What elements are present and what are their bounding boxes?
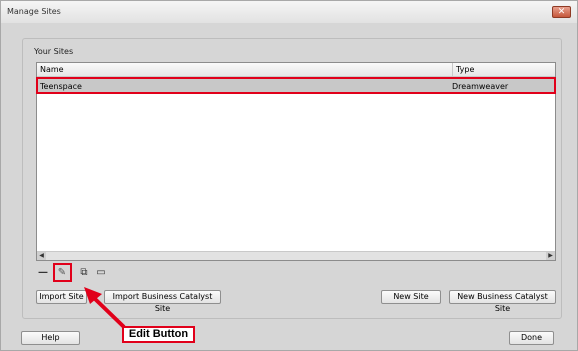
close-button[interactable]: ✕ [552, 6, 571, 18]
duplicate-site-icon[interactable]: ⧉ [78, 266, 90, 280]
scroll-right-icon[interactable]: ▶ [546, 252, 555, 260]
row-highlight-box [36, 77, 556, 94]
scroll-left-icon[interactable]: ◀ [37, 252, 46, 260]
dialog-title: Manage Sites [7, 7, 61, 16]
title-bar: Manage Sites ✕ [1, 1, 577, 23]
your-sites-label: Your Sites [34, 47, 74, 56]
new-site-button[interactable]: New Site [381, 290, 441, 304]
column-header-name[interactable]: Name [40, 65, 64, 74]
column-header-type[interactable]: Type [452, 63, 474, 77]
export-site-icon[interactable]: ▭ [94, 266, 108, 280]
edit-button-callout: Edit Button [122, 326, 195, 343]
new-bc-site-button[interactable]: New Business Catalyst Site [449, 290, 556, 313]
edit-highlight-box [53, 263, 72, 282]
import-site-button[interactable]: Import Site [36, 290, 87, 304]
help-button[interactable]: Help [21, 331, 80, 345]
remove-site-icon[interactable]: — [38, 266, 48, 280]
list-header: Name Type [37, 63, 555, 77]
import-bc-site-button[interactable]: Import Business Catalyst Site [104, 290, 221, 313]
horizontal-scrollbar[interactable]: ◀ ▶ [37, 251, 555, 260]
done-button[interactable]: Done [509, 331, 554, 345]
